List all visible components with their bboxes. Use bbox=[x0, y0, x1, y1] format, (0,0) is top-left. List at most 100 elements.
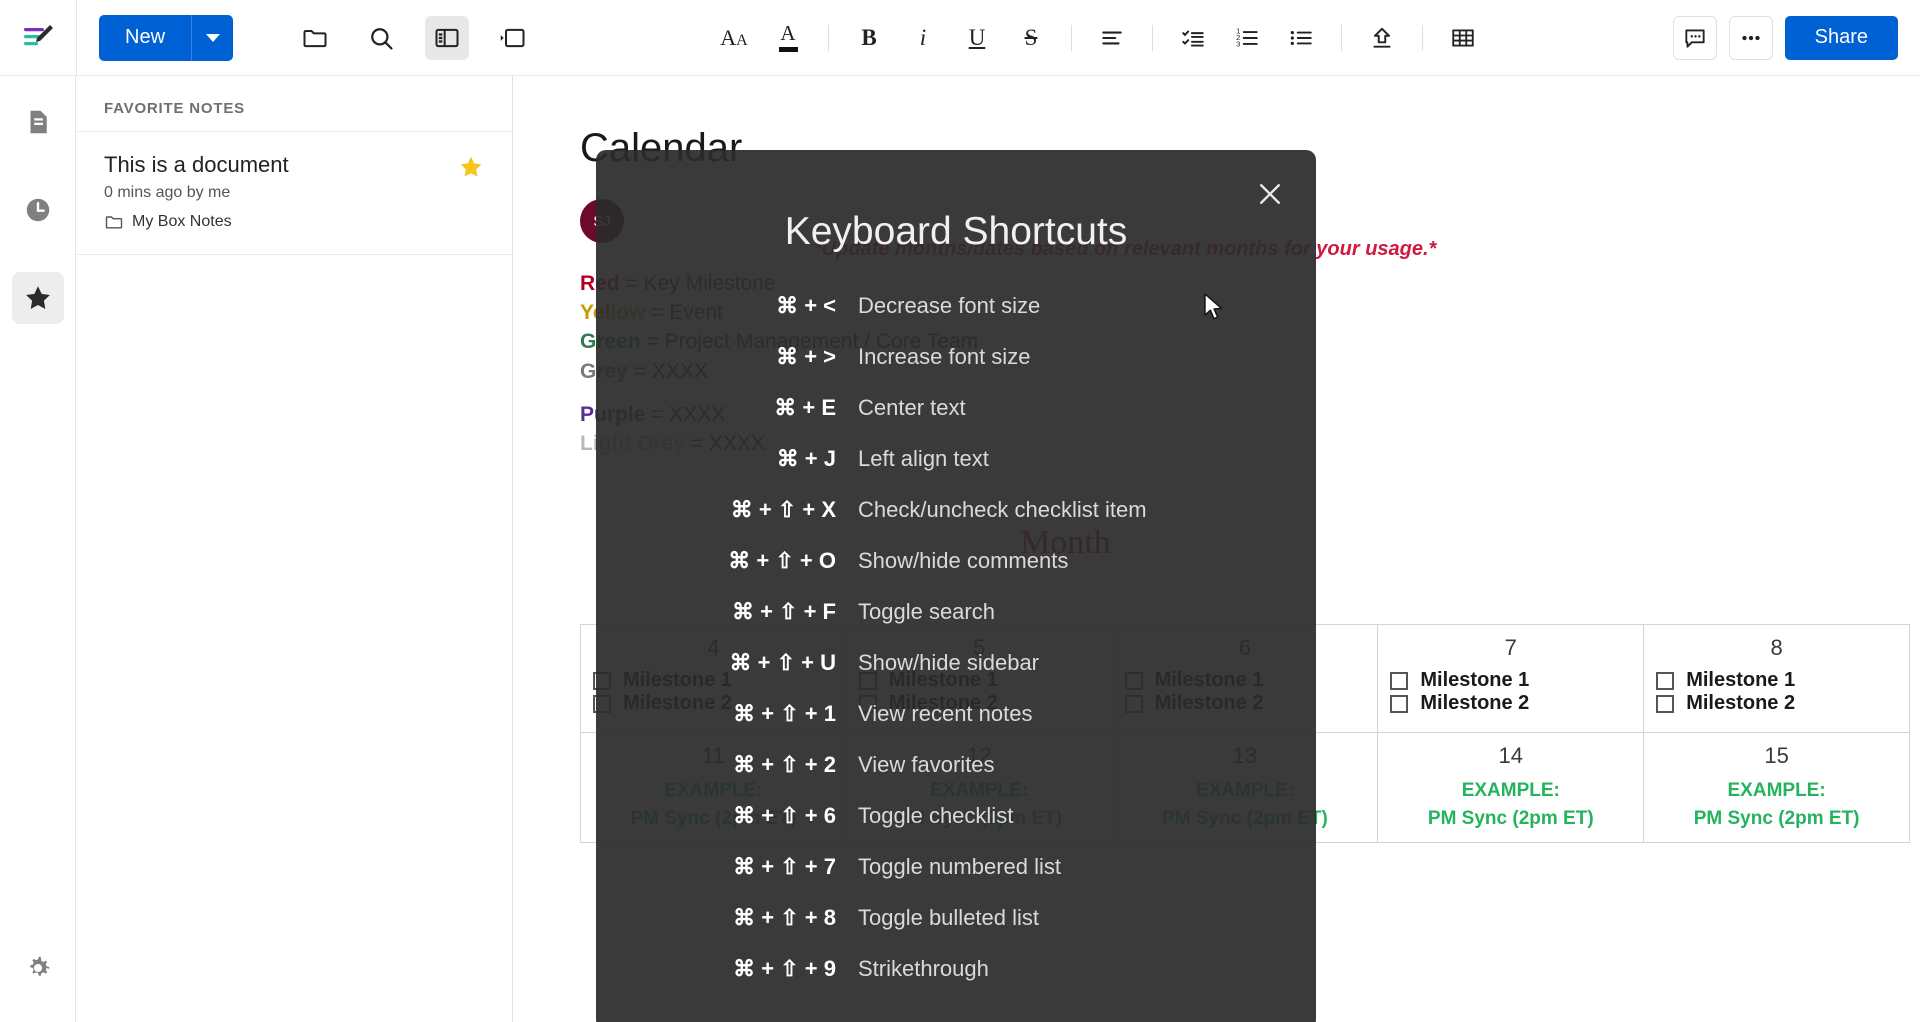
checklist-item[interactable]: Milestone 1 bbox=[1390, 669, 1631, 692]
shortcut-keys: ⌘ + > bbox=[776, 343, 836, 369]
toolbar-separator bbox=[1422, 24, 1423, 51]
strikethrough-icon[interactable]: S bbox=[1009, 16, 1053, 60]
shortcut-description: Toggle numbered list bbox=[858, 853, 1062, 879]
sidebar-layout-icon[interactable] bbox=[425, 15, 470, 60]
shortcut-description: Check/uncheck checklist item bbox=[858, 496, 1147, 522]
event-label: PM Sync (2pm ET) bbox=[1693, 807, 1860, 829]
list-item: ⌘ + ⇧ + 2 View favorites bbox=[618, 739, 1294, 790]
shortcut-description: Increase font size bbox=[858, 343, 1031, 369]
checklist-item[interactable]: Milestone 1 bbox=[1656, 669, 1897, 692]
calendar-cell[interactable]: 8 Milestone 1 Milestone 2 bbox=[1643, 624, 1910, 733]
shortcut-keys: ⌘ + ⇧ + 7 bbox=[733, 853, 836, 879]
calendar-cell[interactable]: 14 EXAMPLE: PM Sync (2pm ET) bbox=[1377, 731, 1645, 844]
day-number: 7 bbox=[1504, 635, 1517, 660]
calendar-cell[interactable]: 7 Milestone 1 Milestone 2 bbox=[1377, 624, 1645, 733]
event-label: EXAMPLE: bbox=[1727, 780, 1826, 801]
shortcut-description: Decrease font size bbox=[858, 292, 1041, 318]
new-dropdown-button[interactable] bbox=[191, 14, 234, 61]
checkbox-icon[interactable] bbox=[1390, 671, 1409, 690]
note-title: This is a document bbox=[104, 152, 289, 177]
checklist-label: Milestone 2 bbox=[1420, 692, 1530, 714]
list-item: ⌘ + ⇧ + F Toggle search bbox=[618, 586, 1294, 637]
toolbar-left-group bbox=[293, 15, 535, 60]
modal-title: Keyboard Shortcuts bbox=[784, 210, 1128, 253]
checklist-item[interactable]: Milestone 2 bbox=[1656, 692, 1897, 715]
underline-icon[interactable]: U bbox=[955, 16, 999, 60]
shortcut-keys: ⌘ + ⇧ + 1 bbox=[733, 700, 836, 726]
list-item: ⌘ + ⇧ + O Show/hide comments bbox=[618, 535, 1294, 586]
folder-icon[interactable] bbox=[293, 16, 337, 60]
checklist-label: Milestone 1 bbox=[1420, 669, 1530, 691]
toolbar-right-group: Share bbox=[1672, 15, 1898, 60]
shortcut-keys: ⌘ + J bbox=[776, 445, 836, 471]
checklist-icon[interactable] bbox=[1171, 16, 1215, 60]
new-button[interactable]: New bbox=[99, 14, 192, 61]
shortcut-description: Center text bbox=[858, 394, 966, 420]
calendar-cell[interactable]: 15 EXAMPLE: PM Sync (2pm ET) bbox=[1643, 731, 1910, 844]
toolbar-separator bbox=[828, 24, 829, 51]
shortcut-description: View recent notes bbox=[858, 700, 1033, 726]
panel-collapse-icon[interactable] bbox=[491, 16, 535, 60]
align-left-icon[interactable] bbox=[1090, 16, 1134, 60]
list-item: ⌘ + ⇧ + U Show/hide sidebar bbox=[618, 637, 1294, 688]
font-size-icon[interactable]: AA bbox=[712, 16, 756, 60]
search-icon[interactable] bbox=[359, 16, 403, 60]
shortcut-description: View favorites bbox=[858, 751, 995, 777]
gear-icon bbox=[29, 956, 49, 976]
list-item: ⌘ + ⇧ + 8 Toggle bulleted list bbox=[618, 892, 1294, 943]
upload-icon[interactable] bbox=[1360, 16, 1404, 60]
list-item: ⌘ + J Left align text bbox=[618, 433, 1294, 484]
checkbox-icon[interactable] bbox=[1390, 694, 1409, 713]
ellipsis-icon[interactable] bbox=[1728, 15, 1773, 60]
comment-icon[interactable] bbox=[1672, 15, 1717, 60]
bulleted-list-icon[interactable] bbox=[1279, 16, 1323, 60]
shortcut-keys: ⌘ + ⇧ + 8 bbox=[733, 904, 836, 930]
keyboard-shortcuts-modal: Keyboard Shortcuts ⌘ + < Decrease font si… bbox=[596, 150, 1316, 1022]
text-color-icon[interactable]: A bbox=[766, 16, 810, 60]
checklist-item[interactable]: Milestone 2 bbox=[1390, 692, 1631, 715]
sidebar-item-settings[interactable] bbox=[12, 942, 64, 994]
list-item: ⌘ + ⇧ + 1 View recent notes bbox=[618, 688, 1294, 739]
sidebar-item-favorites[interactable] bbox=[11, 272, 64, 324]
svg-text:3: 3 bbox=[1236, 39, 1240, 48]
toolbar-format-group: AA A B i U S 1 2 3 bbox=[712, 16, 1485, 60]
italic-icon[interactable]: i bbox=[901, 16, 945, 60]
sidebar-item-recent[interactable] bbox=[12, 184, 64, 236]
shortcut-keys: ⌘ + ⇧ + U bbox=[729, 649, 836, 675]
sidebar-item-all-notes[interactable] bbox=[12, 96, 64, 148]
shortcut-keys: ⌘ + ⇧ + 9 bbox=[733, 955, 836, 981]
share-button[interactable]: Share bbox=[1784, 15, 1898, 60]
checkbox-icon[interactable] bbox=[1656, 671, 1675, 690]
star-filled-icon[interactable] bbox=[458, 154, 484, 187]
checkbox-icon[interactable] bbox=[1656, 694, 1675, 713]
list-item: ⌘ + ⇧ + X Check/uncheck checklist item bbox=[618, 484, 1294, 535]
shortcut-description: Toggle checklist bbox=[858, 802, 1014, 828]
shortcut-keys: ⌘ + E bbox=[774, 394, 836, 420]
shortcut-keys: ⌘ + ⇧ + F bbox=[731, 598, 836, 624]
box-notes-logo-icon[interactable] bbox=[0, 0, 76, 76]
toolbar-separator bbox=[1341, 24, 1342, 51]
day-number: 15 bbox=[1764, 743, 1789, 768]
toolbar-divider bbox=[76, 0, 77, 76]
day-number: 14 bbox=[1498, 743, 1524, 768]
chevron-down-icon bbox=[205, 33, 220, 42]
new-button-group: New bbox=[99, 14, 234, 61]
left-rail bbox=[0, 76, 76, 1022]
shortcut-description: Strikethrough bbox=[858, 955, 989, 981]
list-item: ⌘ + < Decrease font size bbox=[618, 280, 1294, 331]
shortcut-description: Show/hide comments bbox=[858, 547, 1069, 573]
close-icon[interactable] bbox=[1248, 172, 1292, 216]
clock-icon bbox=[26, 198, 49, 222]
table-icon[interactable] bbox=[1441, 16, 1485, 60]
event-label: EXAMPLE: bbox=[1461, 780, 1560, 801]
mouse-cursor bbox=[1203, 293, 1227, 328]
folder-icon bbox=[105, 216, 123, 229]
checklist-label: Milestone 2 bbox=[1686, 692, 1796, 714]
top-toolbar: New AA A B i U S 1 2 3 Share bbox=[0, 0, 1920, 76]
list-item[interactable]: This is a document 0 mins ago by me My B… bbox=[76, 132, 512, 255]
bold-icon[interactable]: B bbox=[847, 16, 891, 60]
checklist-label: Milestone 1 bbox=[1686, 669, 1796, 691]
list-item: ⌘ + > Increase font size bbox=[618, 331, 1294, 382]
numbered-list-icon[interactable]: 1 2 3 bbox=[1225, 16, 1269, 60]
shortcut-keys: ⌘ + ⇧ + 6 bbox=[733, 802, 836, 828]
